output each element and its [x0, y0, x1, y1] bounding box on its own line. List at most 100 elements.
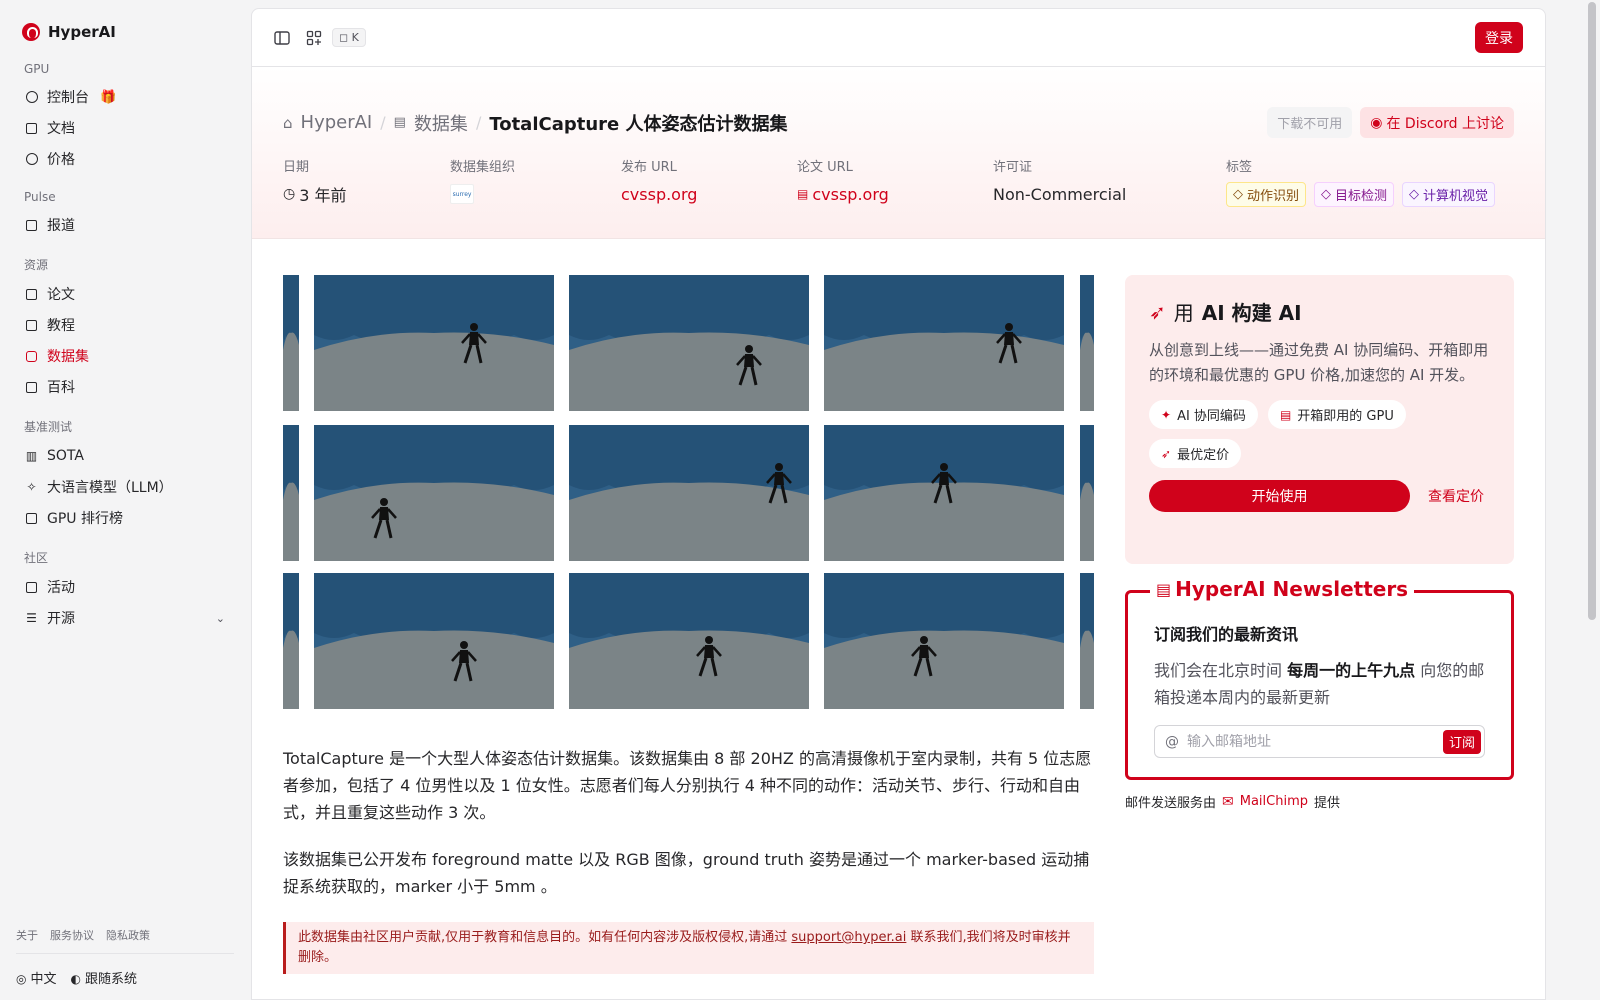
breadcrumb-home[interactable]: HyperAI — [301, 112, 373, 133]
mail-icon: ✉ — [1222, 793, 1234, 810]
subscribe-button[interactable]: 订阅 — [1442, 729, 1481, 754]
chevron-down-icon[interactable]: ⌄ — [216, 612, 225, 625]
discord-button[interactable]: ◉ 在 Discord 上讨论 — [1360, 107, 1514, 138]
tag-icon: ◇ — [1321, 186, 1332, 202]
nav-section-pulse: Pulse — [24, 190, 56, 204]
sidebar-item-llm[interactable]: ✧ 大语言模型（LLM） — [16, 472, 234, 502]
gallery-frame — [569, 425, 809, 561]
newsletter-box: ▤ HyperAI Newsletters 订阅我们的最新资讯 我们会在北京时间… — [1125, 577, 1514, 780]
breadcrumb-separator: / — [475, 113, 482, 132]
database-icon: ▤ — [393, 115, 406, 130]
meta-label: 发布 URL — [621, 160, 677, 175]
theme-switcher[interactable]: ◐ 跟随系统 — [71, 968, 138, 987]
book-icon — [25, 319, 38, 332]
sidebar-item-pricing[interactable]: 价格 — [16, 144, 234, 174]
language-switcher[interactable]: ◎ 中文 — [16, 968, 57, 987]
footer-link-privacy[interactable]: 隐私政策 — [106, 927, 150, 943]
sidebar-item-open-source[interactable]: ☰ 开源 ⌄ — [16, 603, 234, 633]
page-scrollbar[interactable] — [1584, 0, 1600, 1000]
apps-grid-icon[interactable] — [306, 30, 322, 46]
tag-computer-vision[interactable]: ◇ 计算机视觉 — [1402, 181, 1496, 207]
page-title: TotalCapture 人体姿态估计数据集 — [489, 113, 788, 135]
paper-icon — [25, 288, 38, 301]
chip-ai-coding: ✦ AI 协同编码 — [1149, 400, 1258, 429]
gallery-frame — [314, 425, 554, 561]
command-key-icon: ◻ — [339, 31, 349, 44]
paper-url-link[interactable]: ▤ cvssp.org — [797, 181, 993, 207]
sidebar-item-datasets[interactable]: 数据集 — [16, 341, 234, 371]
gallery-frame-partial — [1080, 425, 1094, 561]
gallery-frame — [824, 275, 1064, 411]
chip-gpu: ▤ 开箱即用的 GPU — [1267, 400, 1406, 429]
license-value: Non-Commercial — [993, 184, 1127, 204]
sidebar-item-wiki[interactable]: 百科 — [16, 372, 234, 402]
sidebar-item-papers[interactable]: 论文 — [16, 279, 234, 309]
newsletter-legend: ▤ HyperAI Newsletters — [1150, 577, 1415, 601]
sidebar: HyperAI GPU 控制台 🎁 文档 价格 Pulse 报道 资源 论文 教… — [0, 0, 250, 1000]
newsletter-heading: 订阅我们的最新资讯 — [1154, 625, 1299, 644]
calendar-icon — [25, 581, 38, 594]
dataset-body: TotalCapture 是一个大型人体姿态估计数据集。该数据集由 8 部 20… — [283, 275, 1094, 974]
view-pricing-link[interactable]: 查看定价 — [1428, 486, 1484, 506]
get-started-button[interactable]: 开始使用 — [1149, 480, 1410, 512]
document-icon — [25, 122, 38, 135]
gallery-frame — [314, 573, 554, 709]
sidebar-item-gpu-leaderboard[interactable]: GPU 排行榜 — [16, 503, 234, 533]
nav-section-community: 社区 — [24, 551, 49, 565]
sidebar-item-tutorials[interactable]: 教程 — [16, 310, 234, 340]
hyperai-logo-icon — [22, 23, 40, 41]
newsletter-form: @ 订阅 — [1154, 725, 1485, 758]
feature-chips: ✦ AI 协同编码 ▤ 开箱即用的 GPU ➶ 最优定价 — [1149, 400, 1490, 468]
footer-link-terms[interactable]: 服务协议 — [50, 927, 94, 943]
gallery-frame-partial — [283, 425, 299, 561]
tag-object-detection[interactable]: ◇ 目标检测 — [1314, 181, 1395, 207]
organization-logo[interactable]: surrey — [450, 184, 474, 204]
sparkle-icon: ✧ — [26, 480, 37, 494]
date-value: 3 年前 — [299, 186, 347, 205]
meta-value: ◷ 3 年前 — [283, 181, 450, 207]
tag-list: ◇ 动作识别 ◇ 目标检测 ◇ 计算机视觉 — [1226, 181, 1496, 207]
mailchimp-link[interactable]: MailChimp — [1240, 794, 1308, 809]
promo-card: ➶ 用 AI 构建 AI 从创意到上线——通过免费 AI 协同编码、开箱即用的环… — [1125, 275, 1514, 564]
tag-label: 计算机视觉 — [1423, 188, 1489, 204]
brand-name: HyperAI — [48, 23, 116, 41]
support-email-link[interactable]: support@hyper.ai — [791, 930, 906, 945]
sidebar-item-label: 报道 — [47, 218, 75, 234]
breadcrumb: ⌂ HyperAI / ▤ 数据集 / TotalCapture 人体姿态估计数… — [283, 110, 788, 136]
gallery-frame-partial — [283, 573, 299, 709]
login-button[interactable]: 登录 — [1475, 22, 1523, 53]
breadcrumb-datasets[interactable]: 数据集 — [414, 110, 468, 136]
email-input[interactable] — [1187, 733, 1443, 750]
chart-icon: ▥ — [25, 449, 38, 463]
meta-tags: 标签 ◇ 动作识别 ◇ 目标检测 ◇ 计算机视觉 — [1226, 156, 1496, 207]
rocket-icon: ➶ — [1161, 446, 1172, 461]
sidebar-item-sota[interactable]: ▥ SOTA — [16, 441, 234, 471]
promo-title: ➶ 用 AI 构建 AI — [1149, 297, 1490, 326]
sidebar-item-events[interactable]: 活动 — [16, 572, 234, 602]
dataset-meta: 日期 ◷ 3 年前 数据集组织 surrey 发布 URL cvssp.org 论… — [283, 156, 1514, 207]
notice-text: 此数据集由社区用户贡献,仅用于教育和信息目的。如有任何内容涉及版权侵权,请通过 — [298, 930, 792, 945]
footer-links: 关于 服务协议 隐私政策 — [16, 927, 234, 954]
release-url-link[interactable]: cvssp.org — [621, 181, 797, 207]
sidebar-item-docs[interactable]: 文档 — [16, 113, 234, 143]
right-rail: ➶ 用 AI 构建 AI 从创意到上线——通过免费 AI 协同编码、开箱即用的环… — [1125, 275, 1514, 974]
download-button[interactable]: 下载不可用 — [1267, 107, 1353, 138]
dashboard-icon — [25, 91, 38, 104]
description-paragraph: 该数据集已公开发布 foreground matte 以及 RGB 图像，gro… — [283, 850, 1090, 896]
gallery-frame-partial — [1080, 573, 1094, 709]
meta-organization: 数据集组织 surrey — [450, 156, 621, 207]
brand[interactable]: HyperAI — [16, 18, 234, 46]
sidebar-item-console[interactable]: 控制台 🎁 — [16, 82, 234, 112]
provider-prefix: 邮件发送服务由 — [1125, 796, 1217, 811]
scroll-thumb[interactable] — [1588, 2, 1596, 620]
tag-action-recognition[interactable]: ◇ 动作识别 — [1226, 181, 1307, 207]
sidebar-toggle-icon[interactable] — [274, 30, 290, 46]
dataset-header: ⌂ HyperAI / ▤ 数据集 / TotalCapture 人体姿态估计数… — [252, 67, 1545, 239]
main-panel: ◻ K 登录 ⌂ HyperAI / ▤ 数据集 / TotalCapture … — [251, 8, 1546, 1000]
search-shortcut[interactable]: ◻ K — [332, 28, 366, 47]
gallery-frame-partial — [1080, 275, 1094, 411]
sidebar-item-label: 文档 — [47, 121, 75, 137]
chip-pricing: ➶ 最优定价 — [1149, 439, 1242, 468]
footer-link-about[interactable]: 关于 — [16, 927, 38, 943]
sidebar-item-news[interactable]: 报道 — [16, 210, 234, 240]
